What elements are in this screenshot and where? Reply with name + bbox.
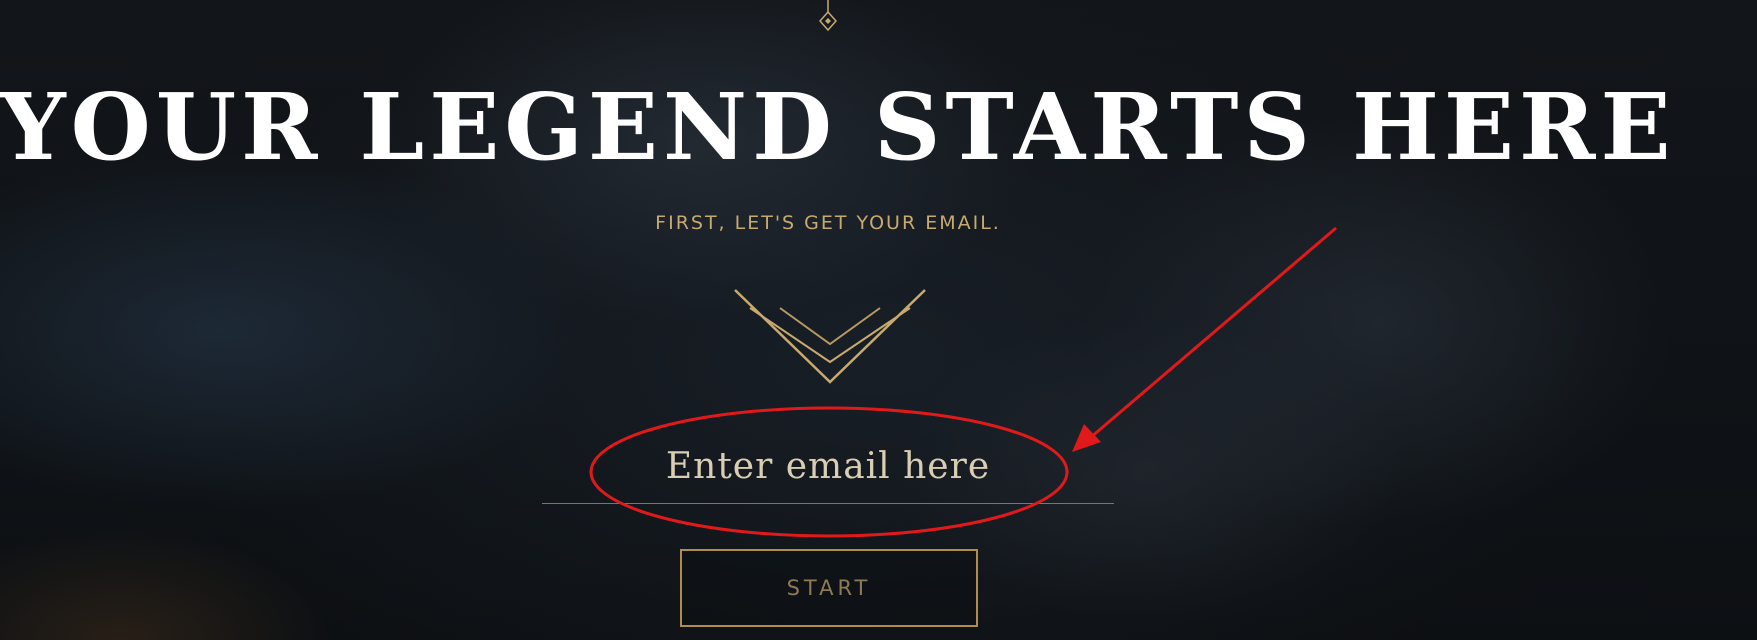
email-input[interactable] — [542, 430, 1114, 504]
gold-chevron-divider — [180, 289, 1480, 384]
page-subtitle: FIRST, LET'S GET YOUR EMAIL. — [655, 212, 1001, 234]
page-headline: YOUR LEGEND STARTS HERE — [0, 73, 1676, 181]
email-field-wrapper — [542, 430, 1114, 506]
start-button[interactable]: START — [680, 549, 978, 627]
